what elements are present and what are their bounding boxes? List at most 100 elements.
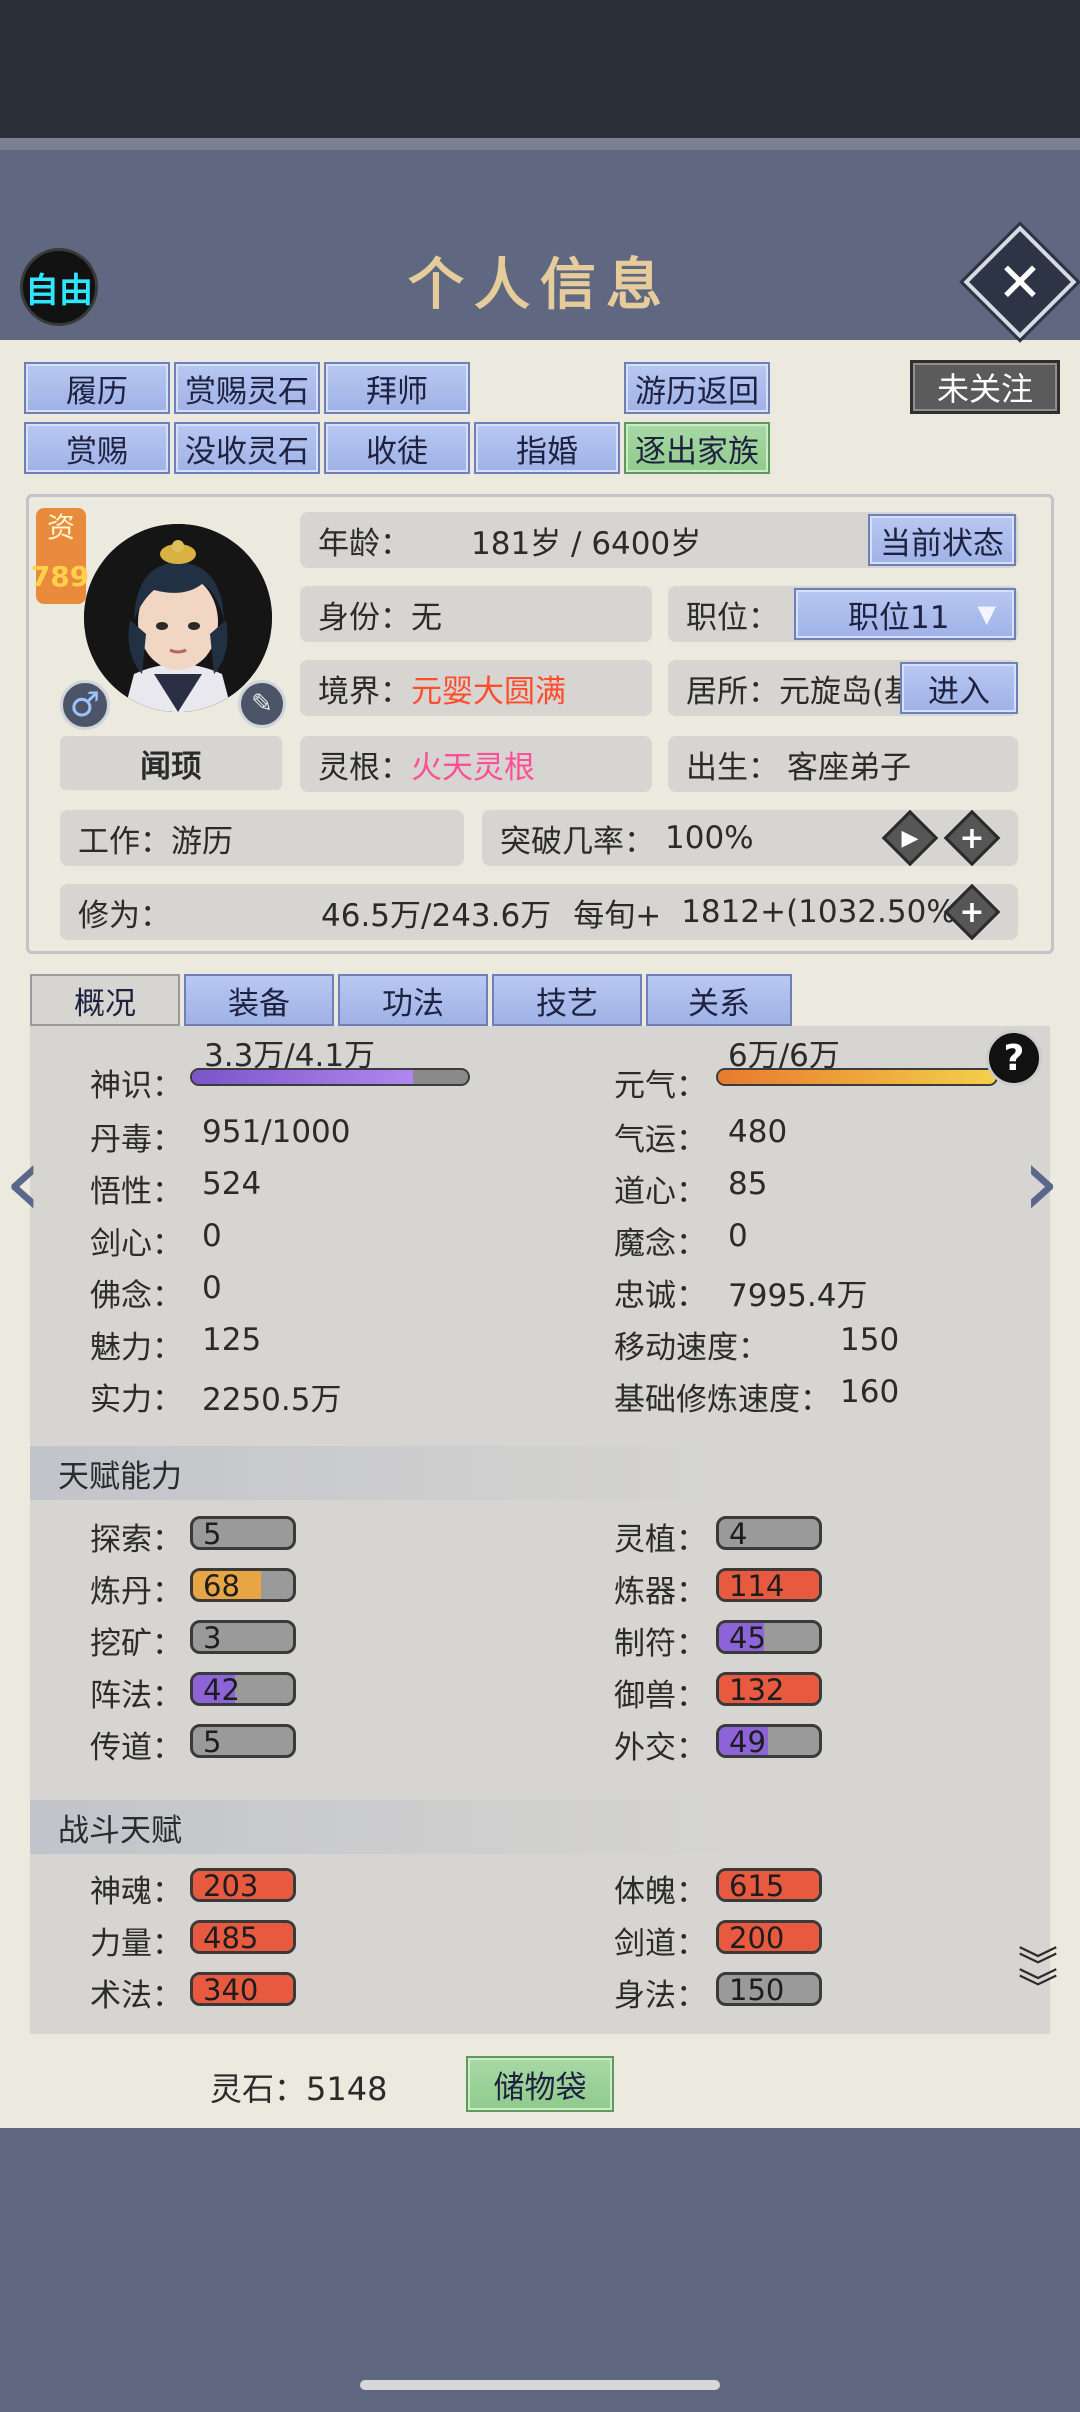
arrow-right-icon[interactable]: › <box>1022 1126 1060 1238</box>
aptitude-label: 资 <box>46 511 75 544</box>
stats-panel <box>30 1026 1050 2034</box>
birth-value: 客座弟子 <box>787 749 911 786</box>
talents-header: 天赋能力 <box>30 1446 1050 1500</box>
talent-value: 3 <box>203 1621 222 1654</box>
top-divider <box>0 138 1080 150</box>
talent-value: 132 <box>729 1673 785 1706</box>
btn-take-master[interactable]: 拜师 <box>324 362 470 414</box>
combat-value: 200 <box>729 1921 785 1954</box>
tab-crafts[interactable]: 技艺 <box>492 974 642 1026</box>
btn-confiscate-stones[interactable]: 没收灵石 <box>174 422 320 474</box>
stat-value: 0 <box>728 1218 748 1254</box>
talent-bar: 132 <box>716 1672 822 1706</box>
stat-label: 移动速度： <box>614 1330 769 1366</box>
combat-value: 150 <box>729 1973 785 2006</box>
talent-bar: 45 <box>716 1620 822 1654</box>
talent-label: 探索： <box>90 1522 183 1558</box>
combat-label: 身法： <box>614 1978 707 2014</box>
talent-bar: 5 <box>190 1724 296 1758</box>
stat-value: 125 <box>202 1322 262 1358</box>
talent-label: 传道： <box>90 1730 183 1766</box>
yuanqi-bar-fill <box>718 1070 996 1084</box>
bottom-background <box>0 2128 1080 2412</box>
follow-button[interactable]: 未关注 <box>910 360 1060 414</box>
tab-equipment[interactable]: 装备 <box>184 974 334 1026</box>
job-row: 工作： 游历 <box>60 810 464 866</box>
mode-badge[interactable]: 自由 <box>20 248 98 326</box>
combat-label: 术法： <box>90 1978 183 2014</box>
chevron-down-icon: ▼ <box>977 600 996 628</box>
scroll-down-icon[interactable]: ︾ ︾ <box>1008 1947 1068 2036</box>
stat-label: 实力： <box>90 1382 183 1418</box>
page-title: 个人信息 <box>408 252 672 318</box>
btn-take-disciple[interactable]: 收徒 <box>324 422 470 474</box>
help-icon[interactable]: ? <box>986 1030 1042 1086</box>
talent-value: 5 <box>203 1725 222 1758</box>
enter-button[interactable]: 进入 <box>900 662 1018 714</box>
shenshi-bar <box>190 1068 470 1086</box>
residence-label: 居所： <box>686 673 779 710</box>
residence-value: 元旋岛(基 <box>779 673 916 710</box>
avatar-portrait <box>84 524 272 712</box>
spirit-stone-value: 5148 <box>306 2070 388 2108</box>
tab-relations[interactable]: 关系 <box>646 974 792 1026</box>
arrow-left-icon[interactable]: ‹ <box>4 1126 42 1238</box>
job-label: 工作： <box>78 823 171 860</box>
yuanqi-label: 元气： <box>614 1068 707 1104</box>
character-name-button[interactable]: 闻顼 <box>60 736 282 790</box>
identity-row: 身份： 无 <box>300 586 652 642</box>
close-icon[interactable]: ✕ <box>980 242 1060 322</box>
storage-bag-button[interactable]: 储物袋 <box>466 2056 614 2112</box>
position-select[interactable]: 职位11 ▼ <box>794 588 1016 640</box>
top-background <box>0 0 1080 140</box>
stat-label: 气运： <box>614 1122 707 1158</box>
tab-skills[interactable]: 功法 <box>338 974 488 1026</box>
talent-label: 炼丹： <box>90 1574 183 1610</box>
per-turn-value: 1812+(1032.50%) <box>681 894 968 930</box>
btn-reward[interactable]: 赏赐 <box>24 422 170 474</box>
stat-label: 丹毒： <box>90 1122 183 1158</box>
btn-expel-family[interactable]: 逐出家族 <box>624 422 770 474</box>
talent-label: 御兽： <box>614 1678 707 1714</box>
talent-bar: 42 <box>190 1672 296 1706</box>
combat-label: 剑道： <box>614 1926 707 1962</box>
breakthrough-value: 100% <box>665 820 754 856</box>
talent-value: 5 <box>203 1517 222 1550</box>
plus-icon[interactable]: + <box>952 892 992 932</box>
talent-value: 45 <box>729 1621 766 1654</box>
talent-label: 灵植： <box>614 1522 707 1558</box>
btn-arrange-marriage[interactable]: 指婚 <box>474 422 620 474</box>
stat-value: 2250.5万 <box>202 1382 342 1418</box>
stat-label: 道心： <box>614 1174 707 1210</box>
edit-icon[interactable]: ✎ <box>238 680 286 728</box>
talent-value: 42 <box>203 1673 240 1706</box>
shenshi-bar-fill <box>192 1070 413 1084</box>
aptitude-value: 789 <box>30 560 90 593</box>
talent-label: 外交： <box>614 1730 707 1766</box>
play-icon[interactable]: ▶ <box>890 818 930 858</box>
stat-value: 524 <box>202 1166 262 1202</box>
talent-bar: 5 <box>190 1516 296 1550</box>
combat-bar: 200 <box>716 1920 822 1954</box>
talent-bar: 3 <box>190 1620 296 1654</box>
birth-label: 出生： <box>686 749 779 786</box>
current-state-button[interactable]: 当前状态 <box>868 514 1016 566</box>
male-icon: ♂ <box>60 680 110 730</box>
plus-icon[interactable]: + <box>952 818 992 858</box>
talent-value: 4 <box>729 1517 748 1550</box>
age-value: 181岁 / 6400岁 <box>471 525 702 562</box>
spirit-stone-label: 灵石： <box>210 2070 307 2108</box>
realm-label: 境界： <box>318 673 411 710</box>
btn-reward-stones[interactable]: 赏赐灵石 <box>174 362 320 414</box>
realm-value: 元婴大圆满 <box>411 673 566 710</box>
stat-label: 剑心： <box>90 1226 183 1262</box>
btn-resume[interactable]: 履历 <box>24 362 170 414</box>
talent-label: 制符： <box>614 1626 707 1662</box>
spirit-stone-count: 灵石：5148 <box>210 2064 387 2110</box>
combat-bar: 340 <box>190 1972 296 2006</box>
btn-return-travel[interactable]: 游历返回 <box>624 362 770 414</box>
tab-overview[interactable]: 概况 <box>30 974 180 1026</box>
avatar[interactable] <box>84 524 272 712</box>
identity-value: 无 <box>411 599 442 636</box>
home-indicator[interactable] <box>360 2380 720 2390</box>
